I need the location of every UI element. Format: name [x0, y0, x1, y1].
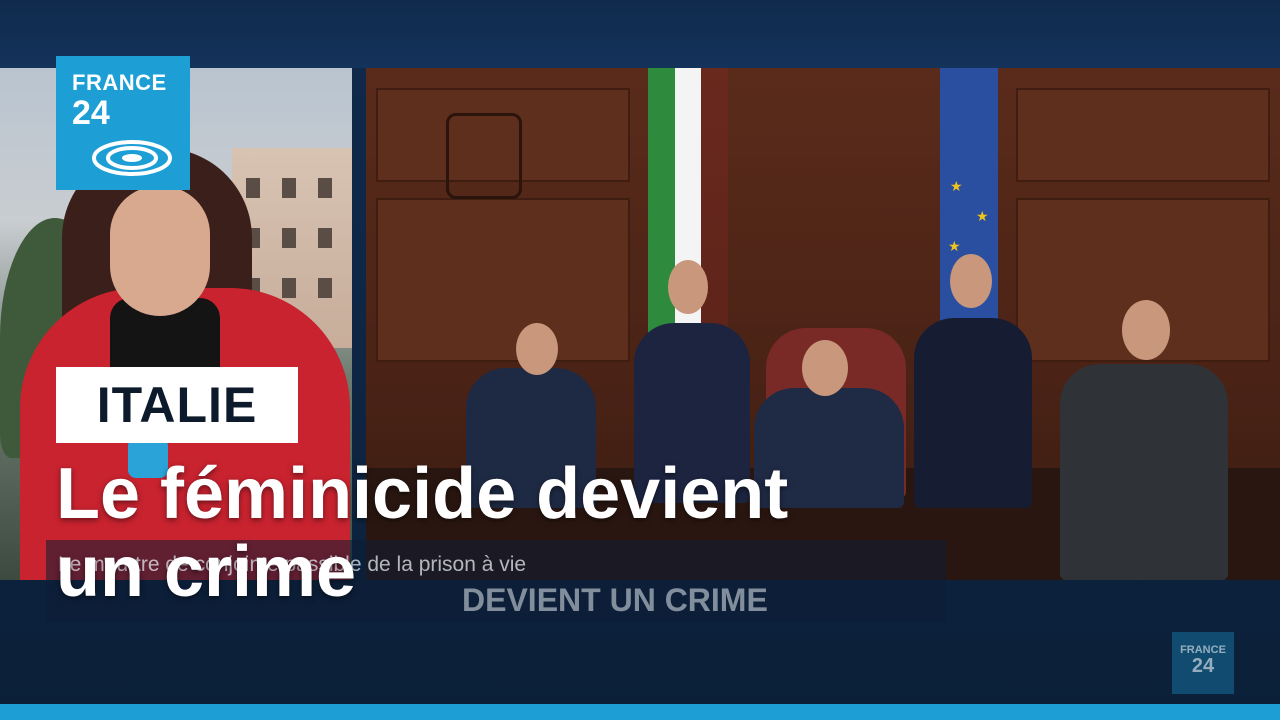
logo-waves-icon [92, 140, 172, 176]
headline: Le féminicide devient un crime [56, 455, 1056, 611]
person-standing-right [1060, 364, 1228, 580]
person-head [1122, 300, 1170, 360]
headline-line-1: Le féminicide devient [56, 454, 789, 534]
person-head [802, 340, 848, 396]
star-icon: ★ [950, 178, 963, 194]
bottom-accent-strip [0, 704, 1280, 720]
emblem-icon [446, 113, 522, 199]
france24-watermark: FRANCE 24 [1172, 632, 1234, 694]
reporter-face [110, 186, 210, 316]
wood-panel [1016, 88, 1270, 182]
star-icon: ★ [976, 208, 989, 224]
person-head [668, 260, 708, 314]
video-frame: ★ ★ ★ FRANCE 24 Le meurtre de conjointe … [0, 0, 1280, 720]
person-head [950, 254, 992, 308]
france24-logo: FRANCE 24 [56, 56, 190, 190]
wood-panel [376, 198, 630, 362]
star-icon: ★ [948, 238, 961, 254]
logo-text: FRANCE [72, 70, 167, 95]
logo-number: 24 [72, 94, 110, 132]
top-band [0, 0, 1280, 68]
category-tag: ITALIE [96, 377, 258, 433]
watermark-number: 24 [1191, 655, 1215, 677]
headline-line-2: un crime [56, 532, 357, 612]
person-head [516, 323, 558, 375]
